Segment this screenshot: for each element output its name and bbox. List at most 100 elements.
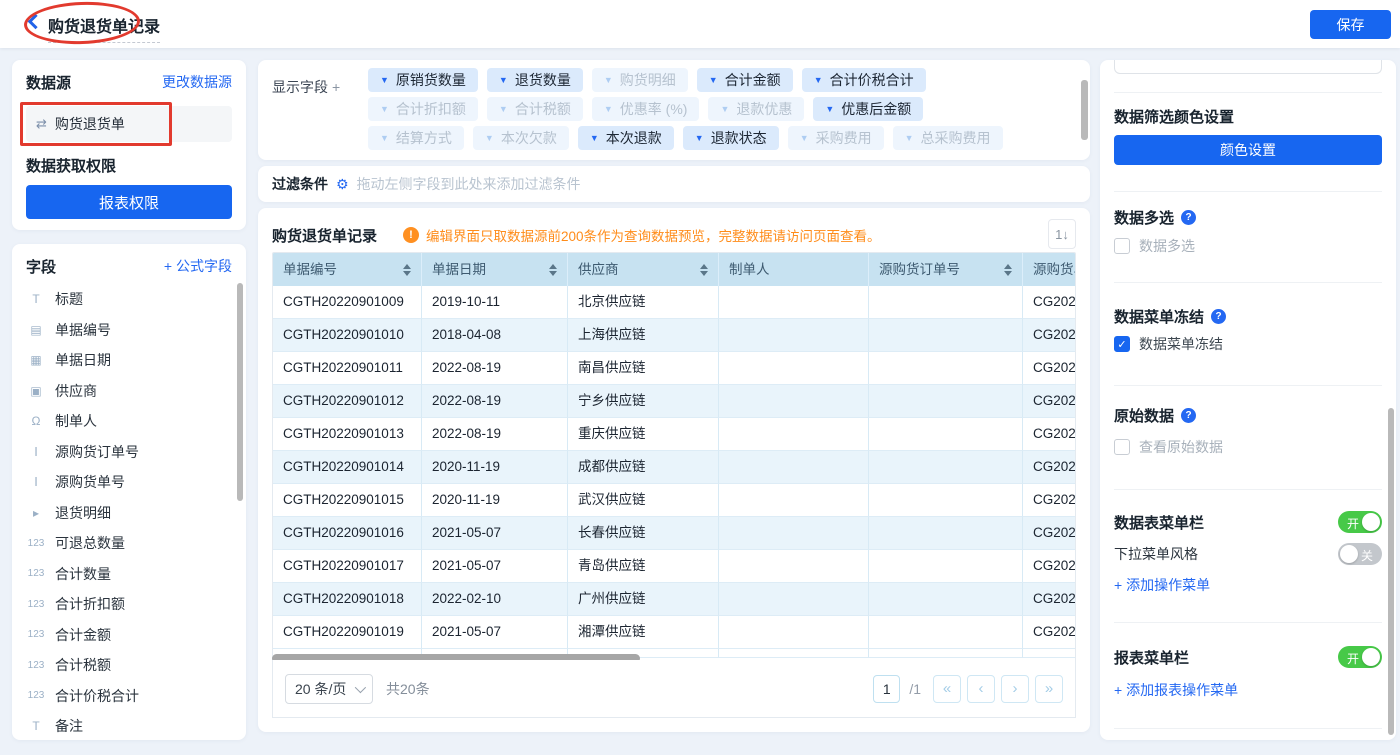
field-item[interactable]: 123合计价税合计: [26, 681, 232, 712]
toggle-off[interactable]: 关: [1338, 543, 1382, 565]
display-field-chip[interactable]: ▼合计价税合计: [802, 68, 926, 92]
column-header[interactable]: 供应商: [568, 253, 719, 286]
table-cell: 湘潭供应链: [568, 616, 719, 649]
display-field-chip[interactable]: ▼退款状态: [683, 126, 779, 150]
filter-bar: 过滤条件 ⚙ 拖动左侧字段到此处来添加过滤条件: [258, 166, 1090, 202]
table-title-row: 购货退货单记录 ! 编辑界面只取数据源前200条作为查询数据预览，完整数据请访问…: [272, 220, 1076, 250]
last-page-button[interactable]: »: [1035, 675, 1063, 703]
field-item[interactable]: 123可退总数量: [26, 528, 232, 559]
column-header[interactable]: 单据日期: [422, 253, 568, 286]
next-page-button[interactable]: ›: [1001, 675, 1029, 703]
column-header[interactable]: 单据编号: [273, 253, 422, 286]
field-label: 供应商: [55, 381, 97, 401]
checkbox-unchecked[interactable]: [1114, 238, 1130, 254]
partially-visible-input[interactable]: [1114, 60, 1382, 74]
field-item[interactable]: Ⅰ源购货单号: [26, 467, 232, 498]
display-field-chip[interactable]: ▼合计金额: [697, 68, 793, 92]
table-cell: [869, 418, 1023, 451]
chevron-down-icon: [355, 681, 366, 692]
help-icon[interactable]: ?: [1211, 309, 1226, 324]
sort-arrows-icon[interactable]: [403, 264, 411, 276]
column-header[interactable]: 源购货单: [1023, 253, 1076, 286]
field-item[interactable]: Ⅰ源购货订单号: [26, 437, 232, 468]
display-field-chip[interactable]: ▼总采购费用: [893, 126, 1003, 150]
field-item[interactable]: T标题: [26, 284, 232, 315]
checkbox-unchecked[interactable]: [1114, 439, 1130, 455]
sort-arrows-icon[interactable]: [1004, 264, 1012, 276]
multi-select-checkbox-row[interactable]: 数据多选: [1114, 236, 1382, 256]
page-number-input[interactable]: [873, 675, 900, 703]
color-settings-button[interactable]: 颜色设置: [1114, 135, 1382, 165]
table-row[interactable]: CGTH202209010192021-05-07湘潭供应链CG2022: [273, 616, 1076, 649]
add-formula-field-link[interactable]: + 公式字段: [164, 256, 232, 276]
display-field-chip[interactable]: ▼合计折扣额: [368, 97, 478, 121]
add-report-action-menu-link[interactable]: + 添加报表操作菜单: [1114, 681, 1382, 699]
field-item[interactable]: 123合计数量: [26, 559, 232, 590]
display-field-chip[interactable]: ▼优惠后金额: [813, 97, 923, 121]
toggle-on[interactable]: 开: [1338, 511, 1382, 533]
add-action-menu-link[interactable]: + 添加操作菜单: [1114, 576, 1382, 594]
table-row[interactable]: CGTH202209010142020-11-19成都供应链CG2022: [273, 451, 1076, 484]
table-cell: CG2022: [1023, 517, 1076, 550]
raw-data-checkbox-row[interactable]: 查看原始数据: [1114, 437, 1382, 457]
display-field-chip[interactable]: ▼结算方式: [368, 126, 464, 150]
table-row[interactable]: CGTH202209010102018-04-08上海供应链CG2022: [273, 319, 1076, 352]
datasource-icon: ⇄: [36, 116, 47, 132]
prev-page-button[interactable]: ‹: [967, 675, 995, 703]
table-row[interactable]: CGTH202209010152020-11-19武汉供应链CG2022: [273, 484, 1076, 517]
help-icon[interactable]: ?: [1181, 408, 1196, 423]
display-field-chip[interactable]: ▼合计税额: [487, 97, 583, 121]
table-row[interactable]: CGTH202209010122022-08-19宁乡供应链CG2022: [273, 385, 1076, 418]
first-page-button[interactable]: «: [933, 675, 961, 703]
text-icon: Ⅰ: [26, 445, 46, 459]
display-field-chip[interactable]: ▼采购费用: [788, 126, 884, 150]
change-datasource-link[interactable]: 更改数据源: [162, 72, 232, 92]
sort-order-tool[interactable]: 1↓: [1048, 219, 1076, 249]
display-field-chip[interactable]: ▼优惠率 (%): [592, 97, 700, 121]
display-field-chip[interactable]: ▼原销货数量: [368, 68, 478, 92]
table-row[interactable]: CGTH202209010132022-08-19重庆供应链CG2022: [273, 418, 1076, 451]
table-row[interactable]: CGTH202209010182022-02-10广州供应链CG2022: [273, 583, 1076, 616]
field-item[interactable]: ▣供应商: [26, 376, 232, 407]
help-icon[interactable]: ?: [1181, 210, 1196, 225]
save-button[interactable]: 保存: [1310, 10, 1391, 39]
field-item[interactable]: T备注: [26, 711, 232, 740]
display-field-chip[interactable]: ▼退货数量: [487, 68, 583, 92]
fields-scrollbar-thumb[interactable]: [237, 283, 243, 501]
field-item[interactable]: Ω制单人: [26, 406, 232, 437]
table-cell: CG2022: [1023, 484, 1076, 517]
page-size-select[interactable]: 20 条/页: [285, 674, 373, 704]
gear-icon[interactable]: ⚙: [336, 176, 349, 193]
table-row[interactable]: CGTH202209010172021-05-07青岛供应链CG2022: [273, 550, 1076, 583]
field-item[interactable]: 123合计折扣额: [26, 589, 232, 620]
chips-scrollbar-thumb[interactable]: [1081, 80, 1088, 140]
display-field-chip[interactable]: ▼本次退款: [578, 126, 674, 150]
field-item[interactable]: ▦单据日期: [26, 345, 232, 376]
back-icon[interactable]: [28, 14, 44, 30]
column-header[interactable]: 源购货订单号: [869, 253, 1023, 286]
datasource-item[interactable]: ⇄ 购货退货单: [26, 106, 232, 142]
display-field-chip[interactable]: ▼退款优惠: [708, 97, 804, 121]
report-permission-button[interactable]: 报表权限: [26, 185, 232, 219]
column-header[interactable]: 制单人: [719, 253, 869, 286]
field-item[interactable]: 123合计税额: [26, 650, 232, 681]
field-label: 单据编号: [55, 320, 111, 340]
settings-scrollbar-thumb[interactable]: [1388, 408, 1394, 735]
toggle-on[interactable]: 开: [1338, 646, 1382, 668]
table-cell: [719, 451, 869, 484]
display-field-chip[interactable]: ▼本次欠款: [473, 126, 569, 150]
chevron-down-icon: ▼: [485, 133, 494, 143]
add-display-field-icon[interactable]: +: [332, 79, 340, 95]
sort-arrows-icon[interactable]: [549, 264, 557, 276]
field-item[interactable]: 123合计金额: [26, 620, 232, 651]
table-row[interactable]: CGTH202209010162021-05-07长春供应链CG2022: [273, 517, 1076, 550]
field-item[interactable]: ▸退货明细: [26, 498, 232, 529]
checkbox-checked[interactable]: ✓: [1114, 336, 1130, 352]
table-cell: CGTH20220901013: [273, 418, 422, 451]
table-row[interactable]: CGTH202209010112022-08-19南昌供应链CG2022: [273, 352, 1076, 385]
table-row[interactable]: CGTH202209010092019-10-11北京供应链CG2022: [273, 286, 1076, 319]
sort-arrows-icon[interactable]: [700, 264, 708, 276]
field-item[interactable]: ▤单据编号: [26, 315, 232, 346]
display-field-chip[interactable]: ▼购货明细: [592, 68, 688, 92]
menu-freeze-checkbox-row[interactable]: ✓ 数据菜单冻结: [1114, 334, 1382, 354]
